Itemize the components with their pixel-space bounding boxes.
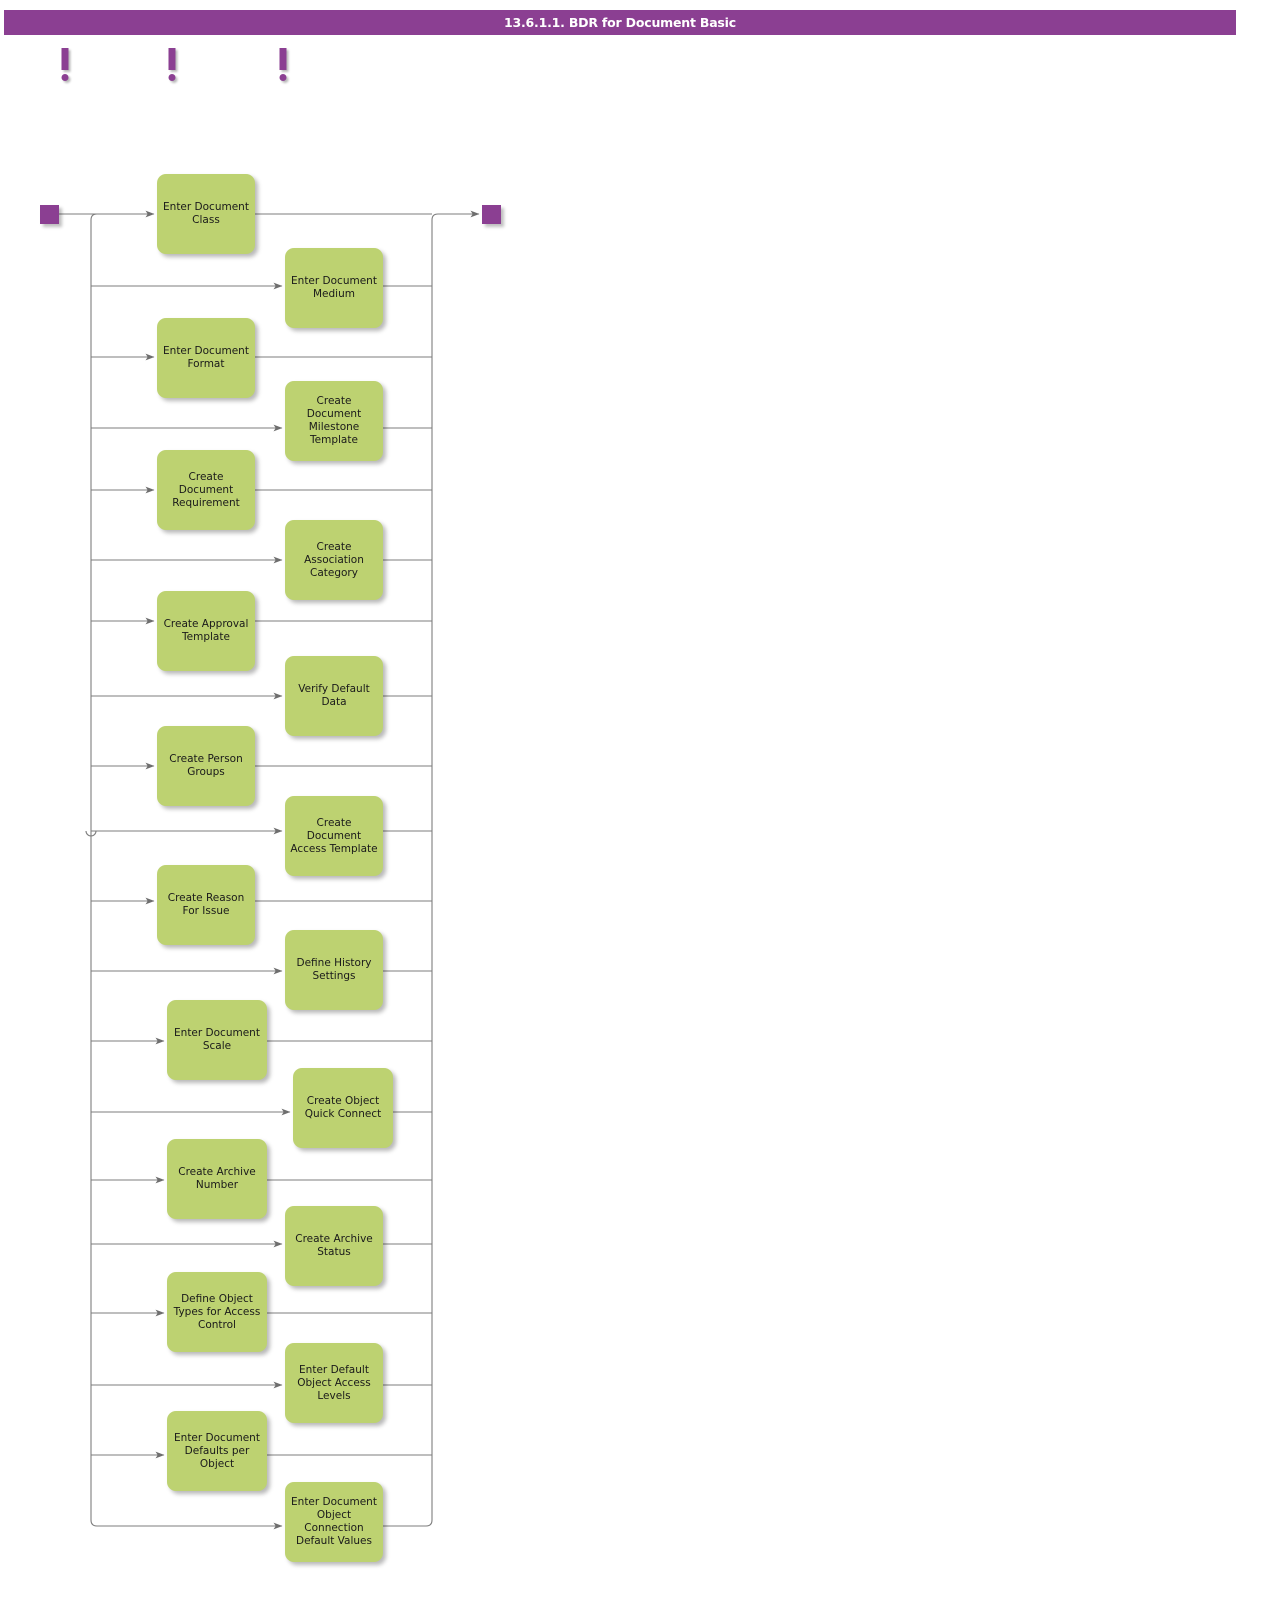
activity-label: Create Person Groups [169, 753, 243, 778]
activity-create-document-milestone-template[interactable]: Create Document Milestone Template [285, 381, 383, 461]
activity-create-reason-for-issue[interactable]: Create Reason For Issue [157, 865, 255, 945]
info-marker-about-document-object-connection-default-values[interactable] [218, 48, 348, 85]
start-node[interactable] [40, 205, 59, 224]
activity-label: Enter Document Defaults per Object [174, 1431, 260, 1470]
activity-label: Create Reason For Issue [167, 892, 245, 917]
activity-label: Enter Default Object Access Levels [297, 1363, 371, 1402]
activity-enter-document-scale[interactable]: Enter Document Scale [167, 1000, 267, 1080]
activity-label: Create Document Milestone Template [306, 395, 362, 446]
activity-label: Create Association Category [304, 540, 364, 579]
activity-label: Enter Document Medium [291, 275, 377, 300]
end-node[interactable] [482, 205, 501, 224]
activity-label: Create Approval Template [163, 618, 249, 643]
activity-create-document-access-template[interactable]: Create Document Access Template [285, 796, 383, 876]
diagram-title-bar: 13.6.1.1. BDR for Document Basic [4, 10, 1236, 35]
activity-label: Create Document Requirement [172, 470, 240, 509]
activity-create-document-requirement[interactable]: Create Document Requirement [157, 450, 255, 530]
activity-label: Enter Document Object Connection Default… [291, 1496, 377, 1547]
activity-label: Create Archive Status [295, 1233, 373, 1258]
activity-label: Enter Document Scale [174, 1027, 260, 1052]
activity-enter-document-object-connection-default-values[interactable]: Enter Document Object Connection Default… [285, 1482, 383, 1562]
page-title: 13.6.1.1. BDR for Document Basic [504, 15, 736, 30]
activity-define-object-types-for-access-control[interactable]: Define Object Types for Access Control [167, 1272, 267, 1352]
activity-enter-document-medium[interactable]: Enter Document Medium [285, 248, 383, 328]
activity-label: Define Object Types for Access Control [173, 1292, 261, 1331]
activity-create-association-category[interactable]: Create Association Category [285, 520, 383, 600]
activity-create-archive-status[interactable]: Create Archive Status [285, 1206, 383, 1286]
activity-enter-document-class[interactable]: Enter Document Class [157, 174, 255, 254]
activity-label: Create Document Access Template [290, 816, 378, 855]
activity-enter-document-format[interactable]: Enter Document Format [157, 318, 255, 398]
activity-enter-document-defaults-per-object[interactable]: Enter Document Defaults per Object [167, 1411, 267, 1491]
activity-create-approval-template[interactable]: Create Approval Template [157, 591, 255, 671]
activity-create-person-groups[interactable]: Create Person Groups [157, 726, 255, 806]
activity-label: Enter Document Class [163, 201, 249, 226]
activity-enter-default-object-access-levels[interactable]: Enter Default Object Access Levels [285, 1343, 383, 1423]
activity-define-history-settings[interactable]: Define History Settings [285, 930, 383, 1010]
activity-create-object-quick-connect[interactable]: Create Object Quick Connect [293, 1068, 393, 1148]
activity-label: Create Archive Number [178, 1166, 256, 1191]
activity-label: Create Object Quick Connect [304, 1095, 382, 1120]
exclamation-icon [218, 48, 348, 84]
activity-label: Verify Default Data [298, 683, 370, 708]
activity-label: Define History Settings [296, 957, 372, 982]
activity-label: Enter Document Format [163, 345, 249, 370]
activity-create-archive-number[interactable]: Create Archive Number [167, 1139, 267, 1219]
activity-verify-default-data[interactable]: Verify Default Data [285, 656, 383, 736]
